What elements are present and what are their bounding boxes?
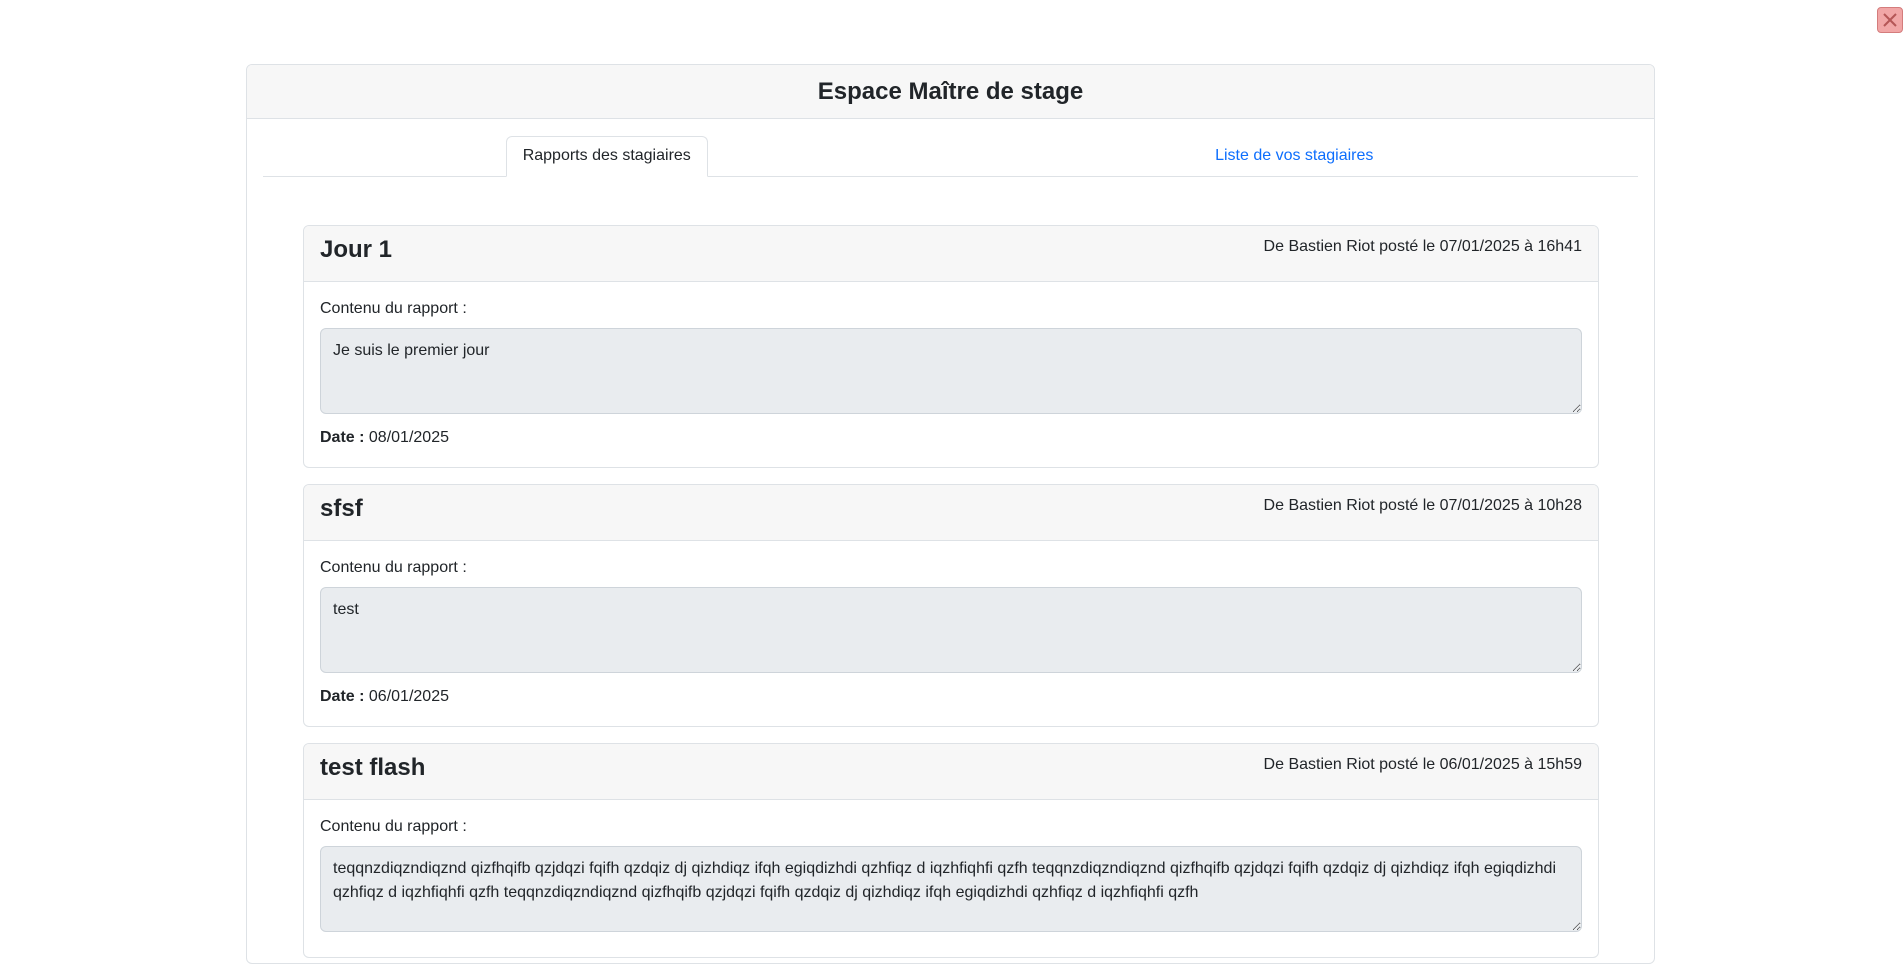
report-date-value: 06/01/2025 <box>368 688 449 705</box>
tab-intern-list-label[interactable]: Liste de vos stagiaires <box>1199 135 1389 176</box>
report-date-label: Date : <box>320 688 365 705</box>
page-title: Espace Maître de stage <box>817 77 1084 105</box>
close-button[interactable] <box>1877 7 1903 33</box>
report-content-label: Contenu du rapport : <box>320 559 467 576</box>
report-body: Contenu du rapport : test Date : 06/01/2… <box>304 541 1598 726</box>
report-card: Jour 1 De Bastien Riot posté le 07/01/20… <box>303 225 1599 468</box>
report-content-textarea[interactable]: Je suis le premier jour <box>320 328 1582 414</box>
report-header: test flash De Bastien Riot posté le 06/0… <box>304 744 1598 800</box>
report-content-label: Contenu du rapport : <box>320 818 467 835</box>
report-date: Date : 06/01/2025 <box>320 688 1582 706</box>
tab-internship-reports-label[interactable]: Rapports des stagiaires <box>505 135 708 177</box>
report-header: Jour 1 De Bastien Riot posté le 07/01/20… <box>304 226 1598 282</box>
report-date-value: 08/01/2025 <box>368 429 449 446</box>
report-body: Contenu du rapport : teqqnzdiqzndiqznd q… <box>304 800 1598 957</box>
report-title: Jour 1 <box>320 236 393 263</box>
tabs-nav: Rapports des stagiaires Liste de vos sta… <box>263 135 1638 177</box>
report-card: sfsf De Bastien Riot posté le 07/01/2025… <box>303 484 1599 727</box>
report-title: test flash <box>320 754 426 781</box>
report-card: test flash De Bastien Riot posté le 06/0… <box>303 743 1599 958</box>
report-content-textarea[interactable]: test <box>320 587 1582 673</box>
report-meta: De Bastien Riot posté le 07/01/2025 à 10… <box>1263 497 1582 514</box>
report-header: sfsf De Bastien Riot posté le 07/01/2025… <box>304 485 1598 541</box>
report-date-label: Date : <box>320 429 365 446</box>
report-title: sfsf <box>320 495 363 522</box>
report-body: Contenu du rapport : Je suis le premier … <box>304 282 1598 467</box>
reports-list: Jour 1 De Bastien Riot posté le 07/01/20… <box>303 225 1599 963</box>
report-meta: De Bastien Riot posté le 07/01/2025 à 16… <box>1263 238 1582 255</box>
close-icon <box>1883 13 1897 27</box>
report-date: Date : 08/01/2025 <box>320 429 1582 447</box>
report-content-label: Contenu du rapport : <box>320 300 467 317</box>
main-card-header: Espace Maître de stage <box>247 65 1654 119</box>
tab-intern-list[interactable]: Liste de vos stagiaires <box>951 135 1639 176</box>
master-space-card: Espace Maître de stage Rapports des stag… <box>246 64 1655 964</box>
report-content-textarea[interactable]: teqqnzdiqzndiqznd qizfhqifb qzjdqzi fqif… <box>320 846 1582 932</box>
report-meta: De Bastien Riot posté le 06/01/2025 à 15… <box>1263 756 1582 773</box>
tab-internship-reports[interactable]: Rapports des stagiaires <box>263 135 951 177</box>
